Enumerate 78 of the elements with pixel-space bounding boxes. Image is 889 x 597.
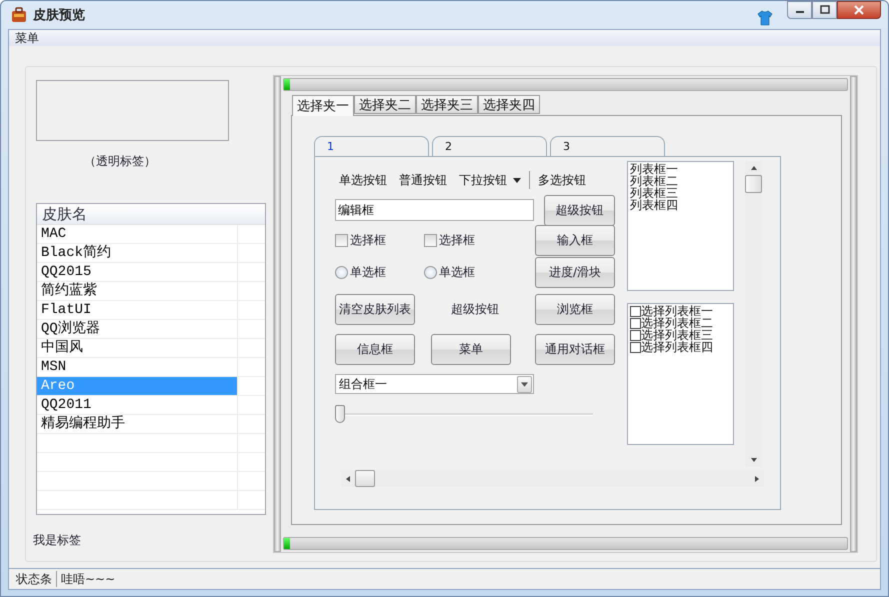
label: 我是标签 [33,532,82,549]
briefcase-icon [11,7,27,23]
scroll-left-icon[interactable] [345,474,351,482]
list-item[interactable]: 选择列表框二 [641,317,713,329]
menu-item[interactable]: 菜单 [11,30,43,46]
list-row[interactable]: MAC [37,225,238,243]
checkbox[interactable] [630,330,641,340]
checkbox[interactable] [424,234,437,246]
radio-button[interactable] [424,266,437,278]
list-row[interactable]: 简约蓝紫 [37,282,238,300]
horizontal-scrollbar[interactable] [341,470,764,487]
radio-label: 单选框 [350,264,386,280]
button[interactable]: 超级按钮 [544,194,615,226]
toolbar-button[interactable]: 单选按钮 [335,172,391,188]
list-row[interactable]: FlatUI [37,301,238,319]
maximize-icon [818,5,830,15]
scroll-thumb[interactable] [745,175,762,193]
shirt-icon[interactable] [757,10,773,26]
tab[interactable]: 选择夹四 [478,95,540,114]
window-title: 皮肤预览 [33,7,85,24]
list-row[interactable]: QQ2011 [37,396,238,414]
list-row[interactable]: MSN [37,358,238,376]
checkbox[interactable] [630,342,641,352]
button[interactable]: 进度/滑块 [535,256,615,288]
list-row[interactable]: QQ浏览器 [37,320,238,338]
slider-thumb[interactable] [335,405,345,423]
scroll-thumb[interactable] [355,470,375,487]
radio-button[interactable] [335,266,348,278]
button[interactable]: 信息框 [335,334,415,364]
maximize-button[interactable] [812,1,837,19]
checkbox[interactable] [630,318,641,328]
vertical-scrollbar[interactable] [745,161,762,467]
list-item[interactable]: 选择列表框一 [641,305,713,317]
slider[interactable] [335,404,593,424]
combo-box[interactable]: 组合框一 [335,374,534,394]
button[interactable]: 通用对话框 [535,334,615,364]
button[interactable]: 菜单 [431,334,511,364]
checkbox-label: 选择框 [350,232,386,248]
transparent-label: （透明标签） [83,153,157,170]
tab[interactable]: 1 [314,136,429,156]
tab[interactable]: 选择夹二 [354,95,416,114]
status-text: 状态条 [15,570,53,588]
button[interactable]: 清空皮肤列表 [335,294,415,324]
checkbox[interactable] [630,306,641,316]
list-item[interactable]: 选择列表框三 [641,329,713,341]
toolbar-button[interactable]: 多选按钮 [534,172,590,188]
button[interactable]: 输入框 [535,224,615,256]
scroll-down-icon[interactable] [750,457,758,463]
list-row[interactable]: QQ2015 [37,263,238,281]
list-row[interactable]: 精易编程助手 [37,415,238,433]
checkbox[interactable] [335,234,348,246]
list-item[interactable]: 列表框三 [630,187,731,199]
tab[interactable]: 2 [432,136,547,156]
dropdown-button[interactable]: 下拉按钮 [455,172,525,188]
column-header[interactable]: 皮肤名 [37,204,265,225]
list-item[interactable]: 列表框四 [630,199,731,211]
radio-label: 单选框 [439,264,475,280]
text-field[interactable]: 编辑框 [335,199,534,221]
scroll-right-icon[interactable] [754,474,760,482]
combo-value: 组合框一 [339,376,387,392]
status-text: 哇唔~~~ [60,570,116,588]
button[interactable]: 浏览框 [535,294,615,324]
list-item[interactable]: 选择列表框四 [641,341,713,353]
checkbox-label: 选择框 [439,232,475,248]
label: 超级按钮 [450,300,500,318]
list-row[interactable]: Black简约 [37,244,238,262]
list-item[interactable]: 列表框二 [630,175,731,187]
toolbar-button[interactable]: 普通按钮 [395,172,451,188]
close-icon [853,5,865,15]
caret-icon [513,178,521,182]
minimize-button[interactable] [787,1,812,19]
tab[interactable]: 3 [550,136,665,156]
close-button[interactable] [837,1,881,19]
list-item[interactable]: 列表框一 [630,163,731,175]
scroll-up-icon[interactable] [750,165,758,171]
tab[interactable]: 选择夹三 [416,95,478,114]
list-row[interactable]: 中国风 [37,339,238,357]
tab[interactable]: 选择夹一 [292,95,354,116]
